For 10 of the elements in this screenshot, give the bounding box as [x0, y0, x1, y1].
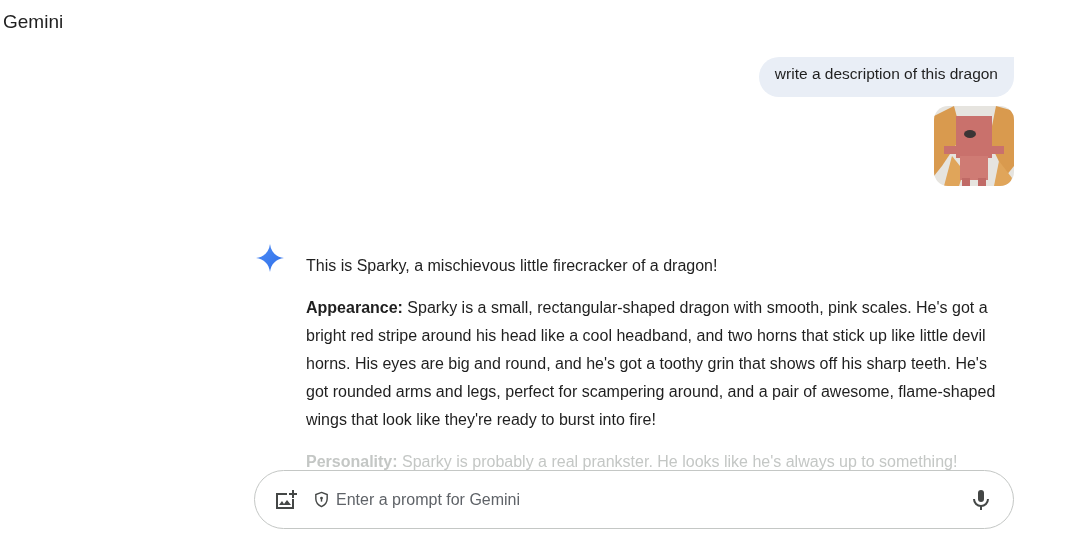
response-paragraph: Appearance: Sparky is a small, rectangular-shaped dragon with smooth, pink scales. He's got a bright red stripe around his head like a cool headband, and two horns that stick up like little devil horns. His eyes are big and round, and he's got a toothy grin that shows off his sharp teeth. He's got rounded arms and legs, perfect for scampering around, and a pair of awesome, flame-shaped wings that look like they're ready to burst into fire!	[306, 298, 997, 430]
user-message: write a description of this dragon	[758, 57, 1014, 97]
response-paragraph: This is Sparky, a mischievous little firecracker of a dragon!	[306, 256, 719, 276]
prompt-input[interactable]: Enter a prompt for Gemini	[334, 489, 969, 510]
sparkle-icon	[256, 244, 284, 272]
add-image-icon[interactable]	[273, 487, 297, 512]
response-paragraph: Personality: Sparky is probably a real prankster. He looks like he's always up to something!	[306, 452, 959, 472]
app-title: Gemini	[3, 10, 64, 34]
shield-icon	[313, 491, 330, 508]
prompt-field[interactable]: Enter a prompt for Gemini	[254, 470, 1014, 529]
